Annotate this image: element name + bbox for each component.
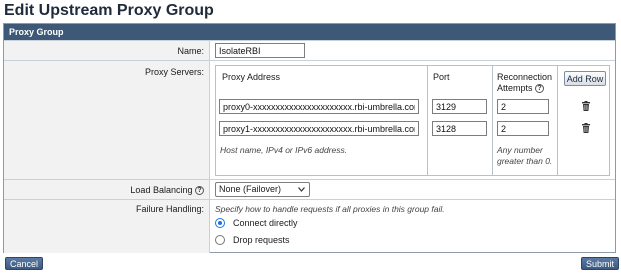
proxy-group-panel: Proxy Group Name: Proxy Servers: Proxy A…: [3, 23, 616, 253]
load-balancing-row: Load Balancing ? None (Failover): [4, 179, 615, 199]
connect-directly-radio[interactable]: [215, 218, 225, 228]
proxy-servers-row: Proxy Servers: Proxy Address Port Reconn…: [4, 60, 615, 179]
proxy-address-input-0[interactable]: [219, 99, 419, 114]
load-balancing-label: Load Balancing: [130, 185, 193, 195]
chevron-down-icon: [298, 187, 305, 192]
panel-header: Proxy Group: [4, 24, 615, 40]
load-balancing-label-cell: Load Balancing ?: [4, 180, 210, 199]
help-icon[interactable]: ?: [535, 84, 545, 94]
name-input[interactable]: [215, 43, 305, 58]
failure-handling-row: Failure Handling: Specify how to handle …: [4, 199, 615, 253]
help-icon[interactable]: ?: [195, 186, 204, 196]
cancel-button[interactable]: Cancel: [5, 257, 44, 270]
name-label: Name:: [4, 41, 210, 60]
failure-handling-description: Specify how to handle requests if all pr…: [215, 204, 445, 214]
col-header-attempts: Reconnection Attempts ?: [497, 72, 557, 94]
proxy-port-input-0[interactable]: [432, 99, 487, 114]
proxy-address-input-1[interactable]: [219, 121, 419, 136]
col-header-port: Port: [433, 72, 450, 82]
proxy-servers-table: Proxy Address Port Reconnection Attempts…: [215, 65, 610, 176]
add-row-button[interactable]: Add Row: [564, 71, 606, 86]
trash-icon[interactable]: [581, 101, 591, 111]
proxy-attempts-input-0[interactable]: [497, 99, 549, 114]
drop-requests-radio[interactable]: [215, 235, 225, 245]
connect-directly-label[interactable]: Connect directly: [233, 218, 298, 228]
proxy-port-input-1[interactable]: [432, 121, 487, 136]
col-header-address: Proxy Address: [222, 72, 281, 82]
failure-handling-label: Failure Handling:: [4, 200, 210, 253]
attempts-hint: Any number greater than 0.: [497, 145, 553, 166]
drop-requests-label[interactable]: Drop requests: [233, 235, 290, 245]
name-row: Name:: [4, 40, 615, 60]
proxy-attempts-input-1[interactable]: [497, 121, 549, 136]
submit-button[interactable]: Submit: [581, 257, 620, 270]
load-balancing-selected: None (Failover): [219, 184, 282, 194]
trash-icon[interactable]: [581, 123, 591, 133]
proxy-servers-label: Proxy Servers:: [4, 61, 210, 179]
load-balancing-select[interactable]: None (Failover): [215, 182, 310, 197]
page-title: Edit Upstream Proxy Group: [4, 2, 214, 19]
address-hint: Host name, IPv4 or IPv6 address.: [220, 145, 348, 155]
